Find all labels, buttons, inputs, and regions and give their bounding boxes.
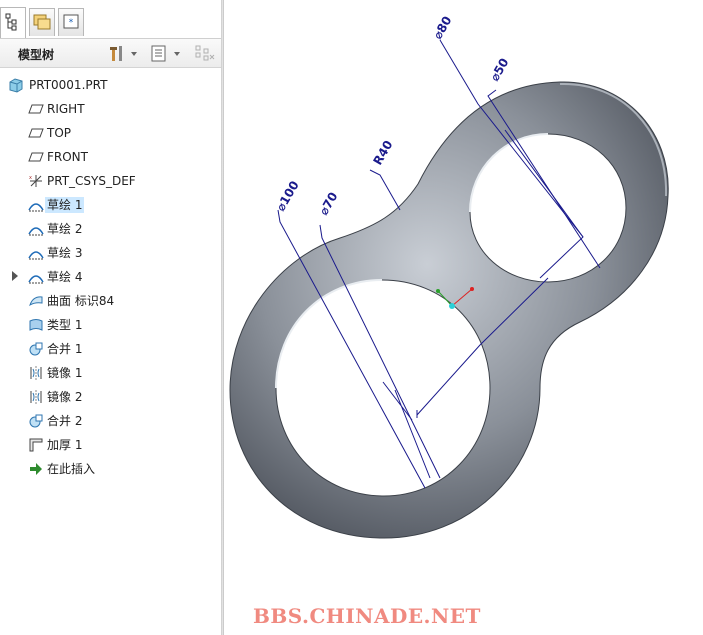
dimension-d100[interactable]: ⌀100 — [273, 179, 301, 214]
tree-item-mirror-2[interactable]: 镜像 2 — [0, 386, 221, 408]
expand-arrow-icon[interactable] — [12, 271, 18, 281]
tree-item-label: 合并 1 — [47, 342, 83, 356]
model-tree-tab[interactable] — [0, 7, 26, 38]
tree-item-label: PRT_CSYS_DEF — [47, 174, 136, 188]
graphics-viewport[interactable]: ⌀80 ⌀50 R40 ⌀100 ⌀70 — [224, 0, 703, 635]
tree-item-label: 草绘 4 — [47, 270, 83, 284]
tree-item-label: 类型 1 — [47, 318, 83, 332]
dropdown-arrow-icon[interactable] — [129, 43, 139, 63]
tree-item-front[interactable]: FRONT — [0, 146, 221, 168]
panel-title: 模型树 — [18, 48, 55, 62]
tree-item-label: 草绘 1 — [45, 197, 85, 213]
tree-item-top[interactable]: TOP — [0, 122, 221, 144]
model-tree-tab-icon — [5, 13, 17, 31]
settings-icon[interactable] — [107, 43, 125, 63]
navigator-tabs: * — [0, 0, 221, 39]
dimension-r40[interactable]: R40 — [370, 138, 395, 167]
tree-item-sketch-4[interactable]: 草绘 4 — [0, 266, 221, 288]
tree-item-sketch-3[interactable]: 草绘 3 — [0, 242, 221, 264]
favorites-tab[interactable]: * — [58, 8, 84, 36]
tree-item-right[interactable]: RIGHT — [0, 98, 221, 120]
figure-eight-model[interactable] — [229, 81, 669, 539]
csys-icon: x — [29, 175, 42, 187]
tree-item-sketch-1[interactable]: 草绘 1 — [0, 194, 221, 216]
tree-root-item[interactable]: PRT0001.PRT — [0, 74, 221, 96]
datum-plane-icon — [28, 104, 44, 114]
tree-item-type-1[interactable]: 类型 1 — [0, 314, 221, 336]
tree-item-label: RIGHT — [47, 102, 85, 116]
tree-item-label: TOP — [47, 126, 72, 140]
watermark: BBS.CHINADE.NET — [253, 604, 481, 628]
tree-item-merge-2[interactable]: 合并 2 — [0, 410, 221, 432]
sketch-icon — [28, 275, 44, 284]
tree-item-merge-1[interactable]: 合并 1 — [0, 338, 221, 360]
tree-item-label: 草绘 3 — [47, 246, 83, 260]
tree-item-insert-here[interactable]: 在此插入 — [0, 458, 221, 480]
tree-item-csys[interactable]: x PRT_CSYS_DEF — [0, 170, 221, 192]
tree-item-thicken-1[interactable]: 加厚 1 — [0, 434, 221, 456]
boundary-blend-icon — [29, 319, 43, 331]
dimension-d50[interactable]: ⌀50 — [487, 56, 511, 84]
sketch-icon — [28, 251, 44, 260]
svg-text:*: * — [69, 18, 74, 28]
tree-root-label: PRT0001.PRT — [29, 78, 108, 92]
insert-here-icon — [30, 463, 42, 475]
columns-icon[interactable] — [194, 43, 216, 63]
surface-icon — [29, 296, 43, 307]
tree-item-mirror-1[interactable]: 镜像 1 — [0, 362, 221, 384]
dimension-d80[interactable]: ⌀80 — [430, 14, 454, 42]
tree-item-label: FRONT — [47, 150, 88, 164]
sketch-icon — [28, 203, 44, 212]
dropdown-arrow-icon[interactable] — [172, 43, 182, 63]
tree-item-label: 曲面 标识84 — [47, 294, 115, 308]
tree-item-label: 草绘 2 — [47, 222, 83, 236]
datum-plane-icon — [28, 152, 44, 162]
model-tree-panel: * 模型树 PRT0001.PRT RIGHT TOP FRONT x PRT_… — [0, 0, 221, 635]
sketch-icon — [28, 227, 44, 236]
tree-item-label: 加厚 1 — [47, 438, 83, 452]
dimension-d70[interactable]: ⌀70 — [316, 190, 340, 218]
mirror-icon — [30, 390, 42, 404]
tree-item-surface[interactable]: 曲面 标识84 — [0, 290, 221, 312]
favorites-tab-icon: * — [63, 14, 79, 29]
merge-icon — [29, 342, 43, 356]
tree-item-label: 镜像 1 — [47, 366, 83, 380]
show-icon[interactable] — [150, 43, 168, 63]
svg-text:x: x — [29, 175, 32, 181]
tree-item-label: 镜像 2 — [47, 390, 83, 404]
folder-browser-tab-icon — [33, 14, 51, 30]
tree-item-sketch-2[interactable]: 草绘 2 — [0, 218, 221, 240]
tree-header: 模型树 — [0, 39, 221, 68]
mirror-icon — [30, 366, 42, 380]
folder-browser-tab[interactable] — [29, 8, 55, 36]
merge-icon — [29, 414, 43, 428]
tree-item-label: 合并 2 — [47, 414, 83, 428]
datum-plane-icon — [28, 128, 44, 138]
tree-item-label: 在此插入 — [47, 462, 96, 476]
thicken-icon — [29, 438, 43, 452]
part-icon — [9, 78, 23, 93]
